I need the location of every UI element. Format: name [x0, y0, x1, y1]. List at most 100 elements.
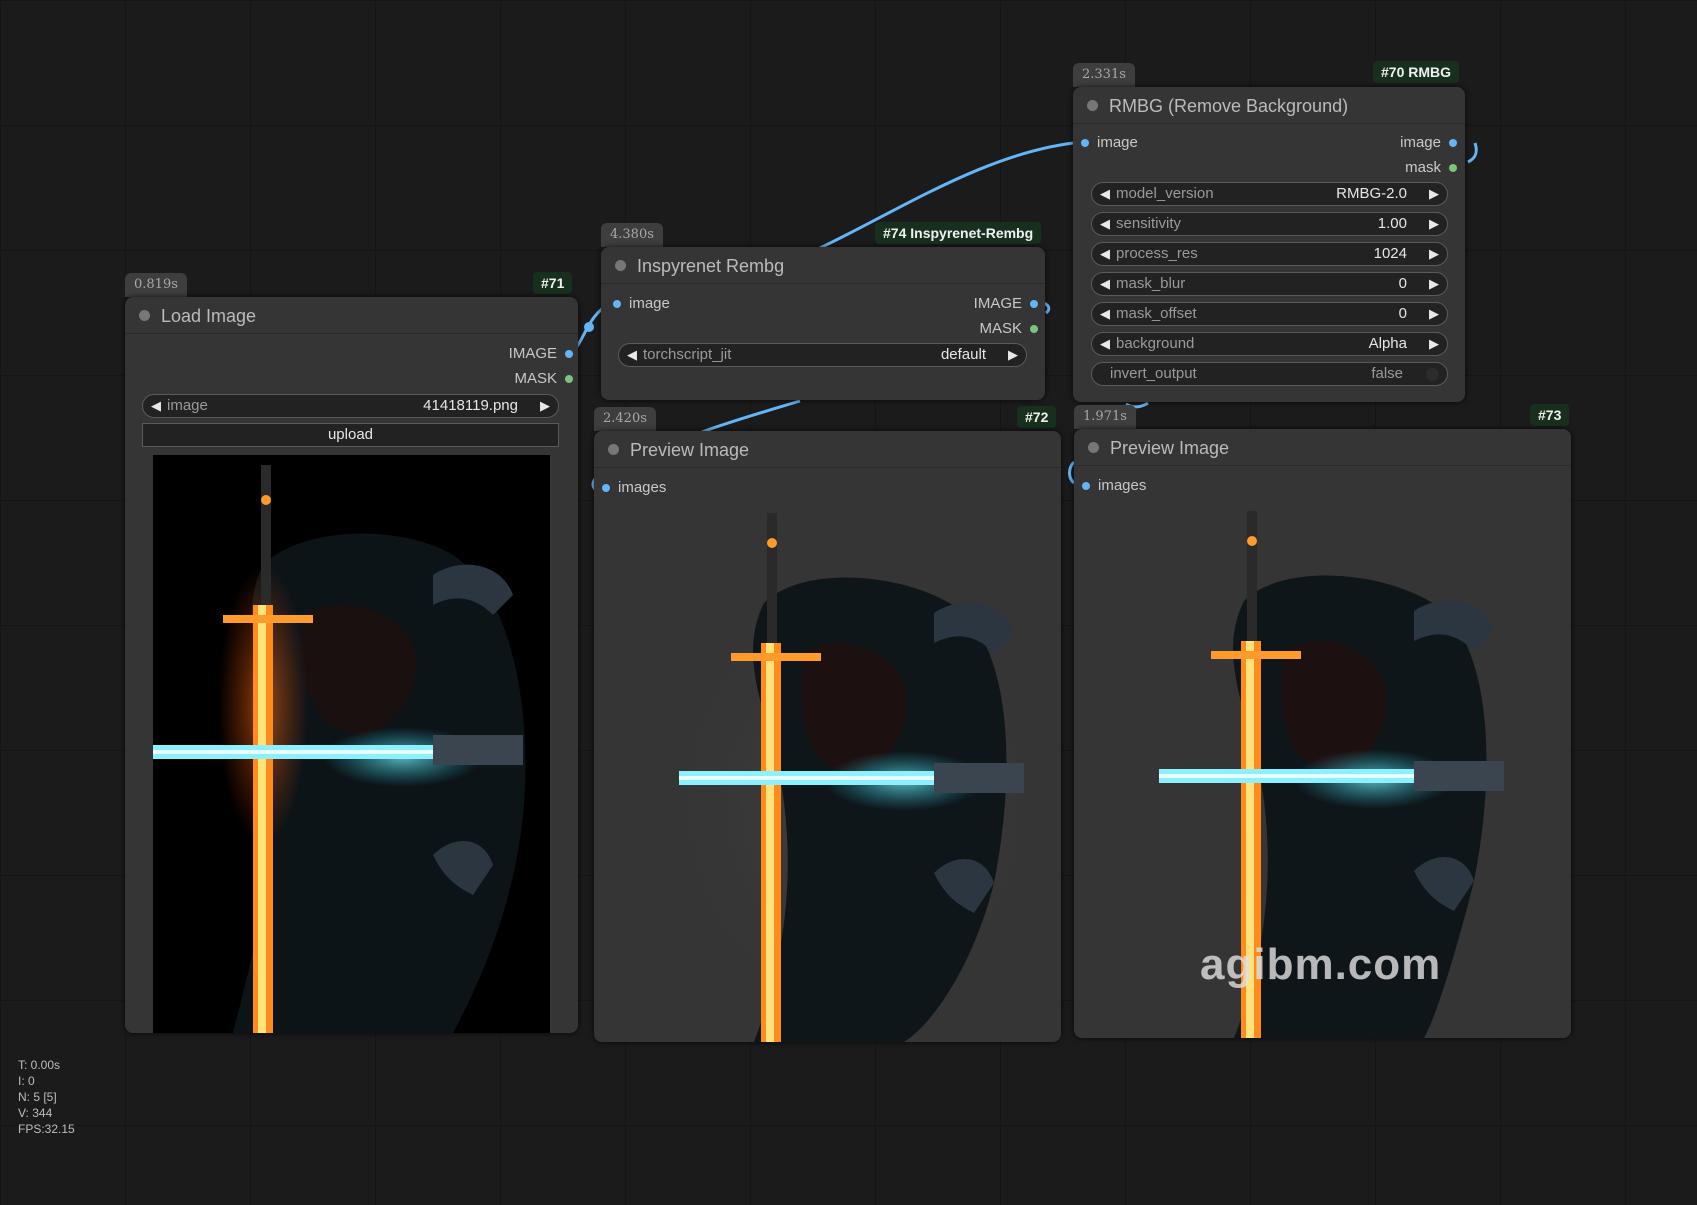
widget-value: 0 — [1398, 275, 1407, 292]
arrow-right-icon[interactable]: ▶ — [540, 395, 550, 417]
input-images-slot[interactable]: images — [1082, 477, 1146, 495]
stat-vertices: V: 344 — [18, 1106, 53, 1120]
output-dot-icon[interactable] — [565, 350, 573, 358]
widget-value: default — [940, 346, 986, 363]
collapse-dot-icon[interactable] — [1087, 100, 1098, 111]
stat-time: T: 0.00s — [18, 1058, 61, 1072]
input-label: images — [618, 479, 667, 496]
arrow-right-icon[interactable]: ▶ — [1008, 344, 1018, 366]
widget-value: false — [1371, 365, 1403, 382]
image-combo-widget[interactable]: ◀ image 41418119.png ▶ — [142, 394, 559, 418]
node-time-badge: 0.819s — [125, 273, 187, 297]
output-label: MASK — [514, 370, 557, 387]
arrow-left-icon[interactable]: ◀ — [1100, 303, 1110, 325]
arrow-right-icon[interactable]: ▶ — [1429, 183, 1439, 205]
arrow-left-icon[interactable]: ◀ — [627, 344, 637, 366]
output-image-slot[interactable]: image — [1400, 134, 1457, 152]
arrow-right-icon[interactable]: ▶ — [1429, 213, 1439, 235]
process-res-widget[interactable]: ◀ process_res 1024 ▶ — [1091, 242, 1448, 266]
input-label: image — [1097, 134, 1138, 151]
invert-output-toggle[interactable]: invert_output false — [1091, 362, 1448, 386]
inspyrenet-rembg-node[interactable]: Inspyrenet Rembg image IMAGE MASK ◀ torc… — [601, 247, 1045, 400]
collapse-dot-icon[interactable] — [608, 444, 619, 455]
node-time-badge: 2.420s — [594, 407, 656, 431]
input-label: images — [1098, 477, 1147, 494]
input-dot-icon[interactable] — [1082, 482, 1090, 490]
input-images-slot[interactable]: images — [602, 479, 666, 497]
canvas-stats: T: 0.00s I: 0 N: 5 [5] V: 344 FPS:32.15 — [18, 1057, 75, 1137]
output-label: image — [1400, 134, 1441, 151]
arrow-right-icon[interactable]: ▶ — [1429, 333, 1439, 355]
node-time-badge: 4.380s — [601, 223, 663, 247]
load-image-node[interactable]: Load Image IMAGE MASK ◀ image 41418119.p… — [125, 297, 578, 1033]
input-image-slot[interactable]: image — [1081, 134, 1138, 152]
node-title-bar[interactable]: Preview Image — [594, 431, 1061, 468]
widget-name: process_res — [1116, 245, 1198, 262]
loaded-image-preview — [153, 455, 550, 1033]
arrow-left-icon[interactable]: ◀ — [1100, 333, 1110, 355]
arrow-right-icon[interactable]: ▶ — [1429, 243, 1439, 265]
mask-blur-widget[interactable]: ◀ mask_blur 0 ▶ — [1091, 272, 1448, 296]
arrow-left-icon[interactable]: ◀ — [1100, 243, 1110, 265]
rmbg-node[interactable]: RMBG (Remove Background) image image mas… — [1073, 87, 1465, 402]
node-title-bar[interactable]: Preview Image — [1074, 429, 1571, 466]
link-reroute-dot — [584, 322, 594, 332]
input-dot-icon[interactable] — [613, 300, 621, 308]
output-mask-slot[interactable]: MASK — [979, 320, 1038, 338]
output-dot-icon[interactable] — [1449, 139, 1457, 147]
preview-image-node-72[interactable]: Preview Image images — [594, 431, 1061, 1042]
upload-button[interactable]: upload — [142, 423, 559, 447]
widget-name: mask_blur — [1116, 275, 1186, 292]
toggle-knob-icon[interactable] — [1426, 368, 1439, 381]
node-title-bar[interactable]: Inspyrenet Rembg — [601, 247, 1045, 284]
watermark-text: agibm.com — [1200, 940, 1442, 989]
widget-value: 1.00 — [1377, 215, 1407, 232]
widget-name: sensitivity — [1116, 215, 1182, 232]
arrow-right-icon[interactable]: ▶ — [1429, 303, 1439, 325]
node-time-badge: 2.331s — [1073, 63, 1135, 87]
collapse-dot-icon[interactable] — [615, 260, 626, 271]
mask-offset-widget[interactable]: ◀ mask_offset 0 ▶ — [1091, 302, 1448, 326]
stat-i: I: 0 — [18, 1074, 35, 1088]
output-image-slot[interactable]: IMAGE — [509, 345, 573, 363]
collapse-dot-icon[interactable] — [139, 310, 150, 321]
warrior-cutout-image — [654, 513, 1034, 1042]
output-dot-icon[interactable] — [1030, 300, 1038, 308]
output-label: IMAGE — [973, 295, 1022, 312]
collapse-dot-icon[interactable] — [1088, 442, 1099, 453]
input-image-slot[interactable]: image — [613, 295, 670, 313]
output-dot-icon[interactable] — [1449, 164, 1457, 172]
torchscript-jit-widget[interactable]: ◀ torchscript_jit default ▶ — [618, 343, 1027, 367]
output-image-slot[interactable]: IMAGE — [974, 295, 1038, 313]
node-title-bar[interactable]: Load Image — [125, 297, 578, 334]
input-dot-icon[interactable] — [1081, 139, 1089, 147]
widget-name: invert_output — [1110, 365, 1197, 382]
node-time-badge: 1.971s — [1074, 405, 1136, 429]
widget-value: 41418119.png — [423, 397, 518, 414]
link-rmbg-to-preview73 — [1467, 142, 1478, 164]
node-id-badge: #70 RMBG — [1373, 61, 1460, 83]
output-mask-slot[interactable]: mask — [1405, 159, 1457, 177]
output-mask-slot[interactable]: MASK — [514, 370, 573, 388]
output-label: mask — [1405, 159, 1441, 176]
output-dot-icon[interactable] — [565, 375, 573, 383]
model-version-widget[interactable]: ◀ model_version RMBG-2.0 ▶ — [1091, 182, 1448, 206]
link-inspyrenet-to-preview72 — [701, 399, 801, 434]
background-widget[interactable]: ◀ background Alpha ▶ — [1091, 332, 1448, 356]
input-dot-icon[interactable] — [602, 484, 610, 492]
output-dot-icon[interactable] — [1030, 325, 1038, 333]
node-title: Preview Image — [630, 440, 750, 460]
node-id-badge: #72 — [1017, 406, 1057, 428]
arrow-left-icon[interactable]: ◀ — [151, 395, 161, 417]
widget-value: RMBG-2.0 — [1336, 185, 1407, 202]
arrow-left-icon[interactable]: ◀ — [1100, 273, 1110, 295]
widget-name: mask_offset — [1116, 305, 1197, 322]
arrow-right-icon[interactable]: ▶ — [1429, 273, 1439, 295]
widget-name: model_version — [1116, 185, 1214, 202]
node-title-bar[interactable]: RMBG (Remove Background) — [1073, 87, 1465, 124]
widget-value: 0 — [1398, 305, 1407, 322]
arrow-left-icon[interactable]: ◀ — [1100, 213, 1110, 235]
sensitivity-widget[interactable]: ◀ sensitivity 1.00 ▶ — [1091, 212, 1448, 236]
arrow-left-icon[interactable]: ◀ — [1100, 183, 1110, 205]
widget-value: Alpha — [1368, 335, 1407, 352]
